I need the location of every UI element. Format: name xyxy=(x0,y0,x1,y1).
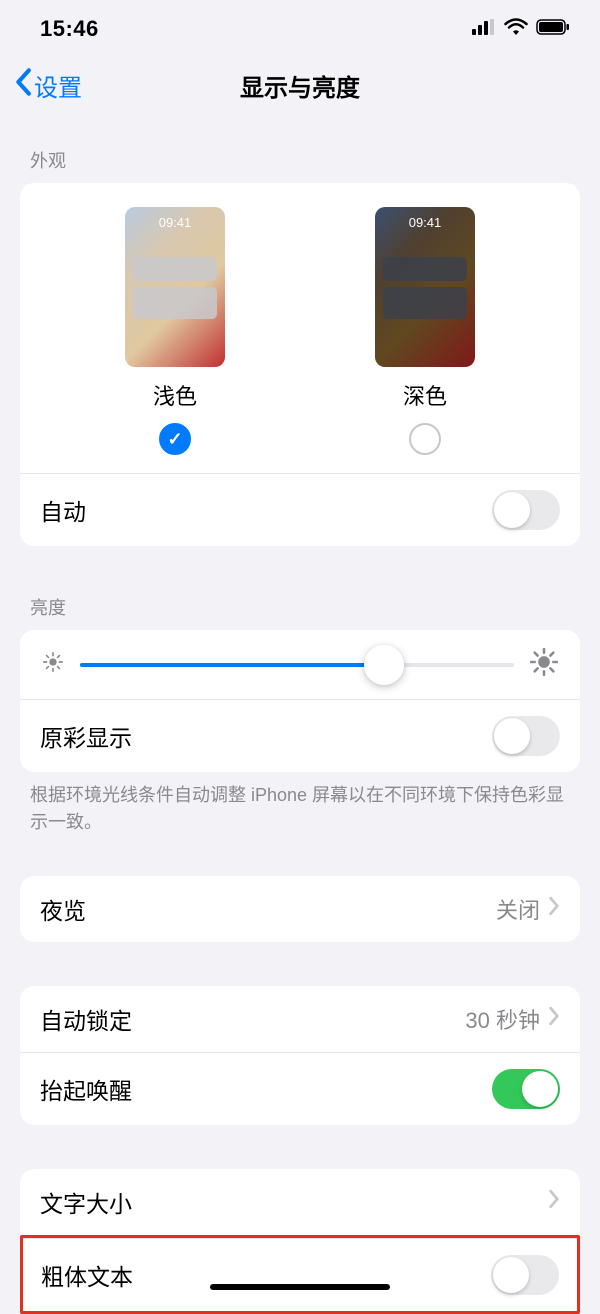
back-button[interactable]: 设置 xyxy=(14,68,82,103)
lock-wake-card: 自动锁定 30 秒钟 抬起唤醒 xyxy=(20,986,580,1125)
radio-dark[interactable] xyxy=(409,423,441,455)
check-icon: ✓ xyxy=(167,429,182,450)
section-header-appearance: 外观 xyxy=(0,117,600,183)
row-night-shift[interactable]: 夜览 关闭 xyxy=(20,876,580,942)
text-size-label: 文字大小 xyxy=(40,1185,132,1219)
raise-to-wake-label: 抬起唤醒 xyxy=(40,1072,132,1106)
nav-bar: 设置 显示与亮度 xyxy=(0,54,600,117)
row-bold-text[interactable]: 粗体文本 xyxy=(23,1238,577,1311)
brightness-slider-row xyxy=(20,630,580,700)
brightness-slider[interactable] xyxy=(80,663,514,667)
cellular-icon xyxy=(472,19,496,40)
night-shift-value: 关闭 xyxy=(496,893,540,925)
toggle-auto-appearance[interactable] xyxy=(492,490,560,530)
status-bar: 15:46 xyxy=(0,0,600,54)
toggle-bold-text[interactable] xyxy=(491,1255,559,1295)
appearance-option-light[interactable]: 09:41 浅色 ✓ xyxy=(125,207,225,455)
night-shift-card: 夜览 关闭 xyxy=(20,876,580,942)
toggle-true-tone[interactable] xyxy=(492,716,560,756)
section-header-brightness: 亮度 xyxy=(0,546,600,630)
night-shift-label: 夜览 xyxy=(40,892,86,926)
option-label-dark: 深色 xyxy=(403,379,447,411)
sun-small-icon xyxy=(42,651,64,678)
row-auto-lock[interactable]: 自动锁定 30 秒钟 xyxy=(20,986,580,1052)
appearance-options: 09:41 浅色 ✓ 09:41 深色 xyxy=(20,183,580,474)
text-card: 文字大小 xyxy=(20,1169,580,1235)
row-text-size[interactable]: 文字大小 xyxy=(20,1169,580,1235)
appearance-option-dark[interactable]: 09:41 深色 xyxy=(375,207,475,455)
bold-text-label: 粗体文本 xyxy=(41,1258,133,1292)
true-tone-label: 原彩显示 xyxy=(40,719,132,753)
highlight-box: 粗体文本 xyxy=(20,1235,580,1314)
back-label: 设置 xyxy=(34,68,82,103)
row-auto-appearance[interactable]: 自动 xyxy=(20,474,580,546)
slider-thumb[interactable] xyxy=(364,645,404,685)
sun-large-icon xyxy=(530,648,558,681)
radio-light[interactable]: ✓ xyxy=(159,423,191,455)
preview-light: 09:41 xyxy=(125,207,225,367)
auto-lock-label: 自动锁定 xyxy=(40,1002,132,1036)
row-raise-to-wake[interactable]: 抬起唤醒 xyxy=(20,1052,580,1125)
brightness-card: 原彩显示 xyxy=(20,630,580,772)
home-indicator xyxy=(210,1284,390,1290)
true-tone-footer: 根据环境光线条件自动调整 iPhone 屏幕以在不同环境下保持色彩显示一致。 xyxy=(0,772,600,836)
toggle-raise-to-wake[interactable] xyxy=(492,1069,560,1109)
chevron-right-icon xyxy=(548,1006,560,1032)
page-title: 显示与亮度 xyxy=(240,68,360,103)
preview-dark: 09:41 xyxy=(375,207,475,367)
chevron-right-icon xyxy=(548,896,560,922)
wifi-icon xyxy=(504,18,528,41)
status-time: 15:46 xyxy=(40,16,99,42)
appearance-card: 09:41 浅色 ✓ 09:41 深色 自动 xyxy=(20,183,580,546)
auto-label: 自动 xyxy=(40,493,86,527)
battery-icon xyxy=(536,19,570,40)
chevron-left-icon xyxy=(14,68,32,103)
auto-lock-value: 30 秒钟 xyxy=(465,1003,540,1035)
status-icons xyxy=(472,18,570,41)
chevron-right-icon xyxy=(548,1189,560,1215)
row-true-tone[interactable]: 原彩显示 xyxy=(20,700,580,772)
option-label-light: 浅色 xyxy=(153,379,197,411)
